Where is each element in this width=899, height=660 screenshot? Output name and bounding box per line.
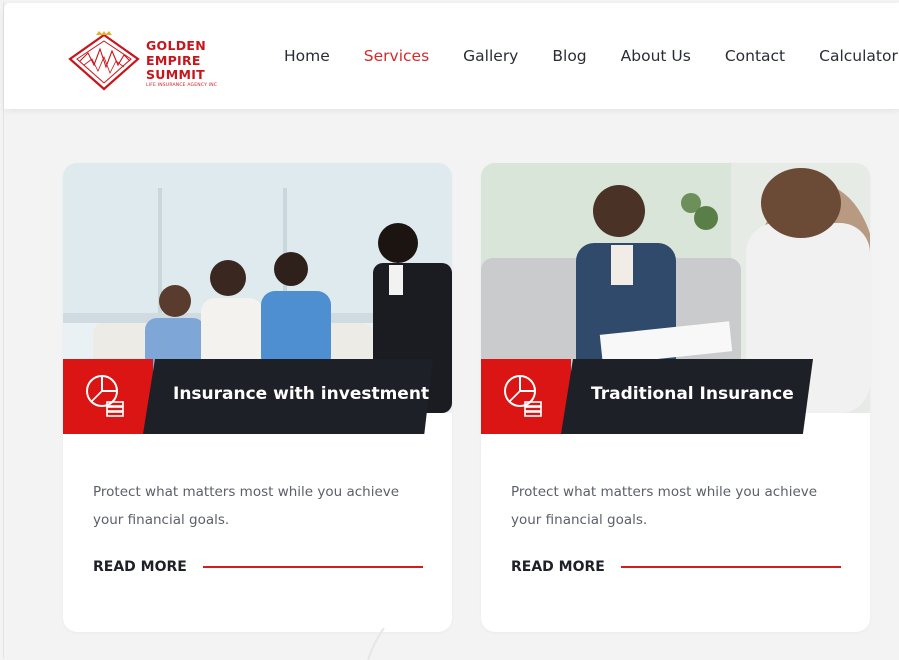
nav-blog[interactable]: Blog <box>552 47 586 65</box>
brand-name-line-3: SUMMIT <box>146 67 206 82</box>
nav-calculator[interactable]: Calculator <box>819 47 898 65</box>
brand-subtitle: LIFE INSURANCE AGENCY INC <box>146 83 218 88</box>
read-more-underline <box>202 566 423 568</box>
read-more-label: READ MORE <box>93 559 187 575</box>
brand-name: GOLDEN EMPIRE SUMMIT <box>146 38 207 83</box>
service-card-investment[interactable]: Insurance with investment Protect what m… <box>63 163 452 632</box>
nav-home[interactable]: Home <box>284 47 330 65</box>
read-more-link[interactable]: READ MORE <box>511 559 841 575</box>
main-nav: Home Services Gallery Blog About Us Cont… <box>284 47 898 65</box>
decorative-curve <box>367 628 385 660</box>
brand-logo[interactable]: GOLDEN EMPIRE SUMMIT LIFE INSURANCE AGEN… <box>68 31 218 93</box>
chart-coins-icon <box>504 375 542 417</box>
nav-contact[interactable]: Contact <box>725 47 785 65</box>
site-header: GOLDEN EMPIRE SUMMIT LIFE INSURANCE AGEN… <box>4 3 899 109</box>
service-card-traditional[interactable]: Traditional Insurance Protect what matte… <box>481 163 870 632</box>
card-title-banner: Insurance with investment <box>63 359 452 434</box>
diamond-logo-icon <box>68 31 140 91</box>
read-more-link[interactable]: READ MORE <box>93 559 423 575</box>
chart-coins-icon <box>86 375 124 417</box>
card-description: Protect what matters most while you achi… <box>93 484 400 528</box>
nav-services[interactable]: Services <box>364 47 429 65</box>
nav-gallery[interactable]: Gallery <box>463 47 518 65</box>
card-title-banner: Traditional Insurance <box>481 359 870 434</box>
card-description: Protect what matters most while you achi… <box>511 484 818 528</box>
card-title: Traditional Insurance <box>591 384 794 404</box>
brand-name-line-2: EMPIRE <box>146 52 201 68</box>
brand-name-line-1: GOLDEN <box>146 38 207 53</box>
card-title: Insurance with investment <box>173 384 430 404</box>
nav-about-us[interactable]: About Us <box>621 47 691 65</box>
read-more-label: READ MORE <box>511 559 605 575</box>
read-more-underline <box>620 566 841 568</box>
